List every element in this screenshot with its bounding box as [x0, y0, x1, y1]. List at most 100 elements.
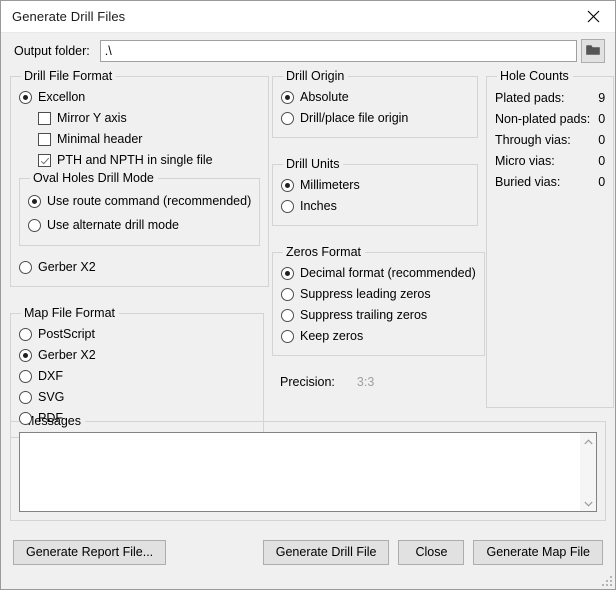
hole-counts-legend: Hole Counts: [500, 69, 569, 83]
zeros-format-group: Zeros Format Decimal format (recommended…: [272, 245, 485, 356]
generate-map-file-button[interactable]: Generate Map File: [473, 539, 603, 565]
oval-holes-drill-mode-group: Oval Holes Drill Mode Use route command …: [19, 171, 261, 246]
radio-origin-drill-place-file[interactable]: Drill/place file origin: [281, 108, 469, 129]
plated-pads-label: Plated pads:: [495, 90, 565, 105]
radio-origin-drill-place-file-label: Drill/place file origin: [300, 111, 409, 126]
title-bar: Generate Drill Files: [1, 1, 615, 33]
radio-map-dxf[interactable]: DXF: [19, 366, 255, 387]
radio-origin-absolute-label: Absolute: [300, 90, 349, 105]
output-folder-row: Output folder:: [1, 33, 615, 69]
radio-zeros-suppress-leading[interactable]: Suppress leading zeros: [281, 284, 476, 305]
hole-count-row: Plated pads: 9: [495, 87, 605, 108]
messages-area: Messages: [1, 414, 615, 521]
messages-scrollbar[interactable]: [580, 433, 596, 511]
hole-counts-group: Hole Counts Plated pads: 9 Non-plated pa…: [486, 69, 615, 408]
close-button[interactable]: Close: [398, 539, 465, 565]
radio-indicator: [19, 370, 32, 383]
non-plated-pads-label: Non-plated pads:: [495, 111, 591, 126]
messages-textarea[interactable]: [20, 433, 580, 511]
radio-units-millimeters-label: Millimeters: [300, 178, 360, 193]
radio-use-alternate-drill-mode[interactable]: Use alternate drill mode: [28, 213, 251, 237]
radio-use-route-command-label: Use route command (recommended): [47, 193, 252, 208]
radio-map-postscript[interactable]: PostScript: [19, 324, 255, 345]
hole-count-row: Through vias: 0: [495, 129, 605, 150]
radio-indicator: [281, 288, 294, 301]
radio-indicator: [281, 267, 294, 280]
buried-vias-value: 0: [598, 174, 606, 189]
radio-indicator: [19, 91, 32, 104]
left-column: Drill File Format Excellon Mirror Y axis…: [10, 69, 270, 438]
through-vias-label: Through vias:: [495, 132, 571, 147]
checkbox-minimal-header-label: Minimal header: [57, 132, 143, 147]
chevron-up-icon: [583, 434, 593, 448]
hole-count-row: Buried vias: 0: [495, 171, 605, 192]
radio-indicator: [28, 194, 41, 208]
generate-drill-files-dialog: Generate Drill Files Output folder: Dr: [0, 0, 616, 590]
radio-gerber-x2-drill-label: Gerber X2: [38, 260, 96, 275]
resize-grip[interactable]: [602, 576, 612, 586]
radio-map-gerber-x2[interactable]: Gerber X2: [19, 345, 255, 366]
right-column: Hole Counts Plated pads: 9 Non-plated pa…: [486, 69, 615, 414]
radio-zeros-suppress-trailing-label: Suppress trailing zeros: [300, 308, 428, 323]
radio-indicator: [19, 391, 32, 404]
close-window-button[interactable]: [571, 1, 615, 31]
hole-count-row: Non-plated pads: 0: [495, 108, 605, 129]
window-title: Generate Drill Files: [12, 9, 126, 24]
micro-vias-value: 0: [598, 153, 606, 168]
excellon-suboptions: Mirror Y axis Minimal header PTH and NPT…: [38, 108, 260, 171]
buried-vias-label: Buried vias:: [495, 174, 561, 189]
radio-zeros-suppress-trailing[interactable]: Suppress trailing zeros: [281, 305, 476, 326]
radio-zeros-keep-label: Keep zeros: [300, 329, 364, 344]
radio-use-route-command[interactable]: Use route command (recommended): [28, 189, 251, 213]
checkbox-indicator: [38, 133, 51, 146]
messages-box: [19, 432, 597, 512]
precision-row: Precision: 3:3: [280, 372, 478, 392]
output-folder-input[interactable]: [99, 40, 577, 62]
radio-map-postscript-label: PostScript: [38, 327, 95, 342]
plated-pads-value: 9: [598, 90, 606, 105]
radio-indicator: [281, 91, 294, 104]
drill-file-format-group: Drill File Format Excellon Mirror Y axis…: [10, 69, 270, 287]
checkbox-minimal-header[interactable]: Minimal header: [38, 129, 260, 150]
radio-map-svg-label: SVG: [38, 390, 65, 405]
generate-drill-file-button[interactable]: Generate Drill File: [262, 539, 390, 565]
folder-icon: [586, 44, 600, 59]
messages-group: Messages: [10, 414, 606, 521]
radio-units-inches-label: Inches: [300, 199, 337, 214]
radio-indicator: [281, 179, 294, 192]
checkbox-indicator: [38, 112, 51, 125]
radio-indicator: [281, 309, 294, 322]
radio-zeros-decimal-format-label: Decimal format (recommended): [300, 266, 476, 281]
radio-indicator: [281, 112, 294, 125]
radio-units-inches[interactable]: Inches: [281, 196, 469, 217]
checkbox-mirror-y-axis[interactable]: Mirror Y axis: [38, 108, 260, 129]
radio-indicator: [281, 200, 294, 213]
radio-zeros-keep[interactable]: Keep zeros: [281, 326, 476, 347]
radio-map-dxf-label: DXF: [38, 369, 63, 384]
radio-indicator: [19, 328, 32, 341]
generate-report-file-button[interactable]: Generate Report File...: [13, 539, 167, 565]
radio-units-millimeters[interactable]: Millimeters: [281, 175, 469, 196]
map-file-format-legend: Map File Format: [24, 306, 115, 320]
radio-indicator: [19, 412, 32, 425]
scroll-up-button[interactable]: [580, 433, 596, 449]
drill-units-legend: Drill Units: [286, 157, 340, 171]
precision-value: 3:3: [356, 375, 375, 389]
non-plated-pads-value: 0: [598, 111, 606, 126]
scroll-down-button[interactable]: [580, 495, 596, 511]
checkbox-pth-npth-single-file[interactable]: PTH and NPTH in single file: [38, 150, 260, 171]
radio-indicator: [19, 261, 32, 274]
radio-map-svg[interactable]: SVG: [19, 387, 255, 408]
radio-zeros-decimal-format[interactable]: Decimal format (recommended): [281, 263, 476, 284]
checkbox-mirror-y-axis-label: Mirror Y axis: [57, 111, 127, 126]
browse-folder-button[interactable]: [581, 39, 605, 63]
close-icon: [587, 10, 600, 23]
radio-excellon-label: Excellon: [38, 90, 86, 105]
chevron-down-icon: [583, 496, 593, 510]
radio-origin-absolute[interactable]: Absolute: [281, 87, 469, 108]
hole-count-row: Micro vias: 0: [495, 150, 605, 171]
radio-gerber-x2-drill[interactable]: Gerber X2: [19, 257, 260, 278]
radio-excellon[interactable]: Excellon: [19, 87, 260, 108]
drill-file-format-legend: Drill File Format: [24, 69, 113, 83]
oval-holes-drill-mode-legend: Oval Holes Drill Mode: [33, 171, 154, 185]
